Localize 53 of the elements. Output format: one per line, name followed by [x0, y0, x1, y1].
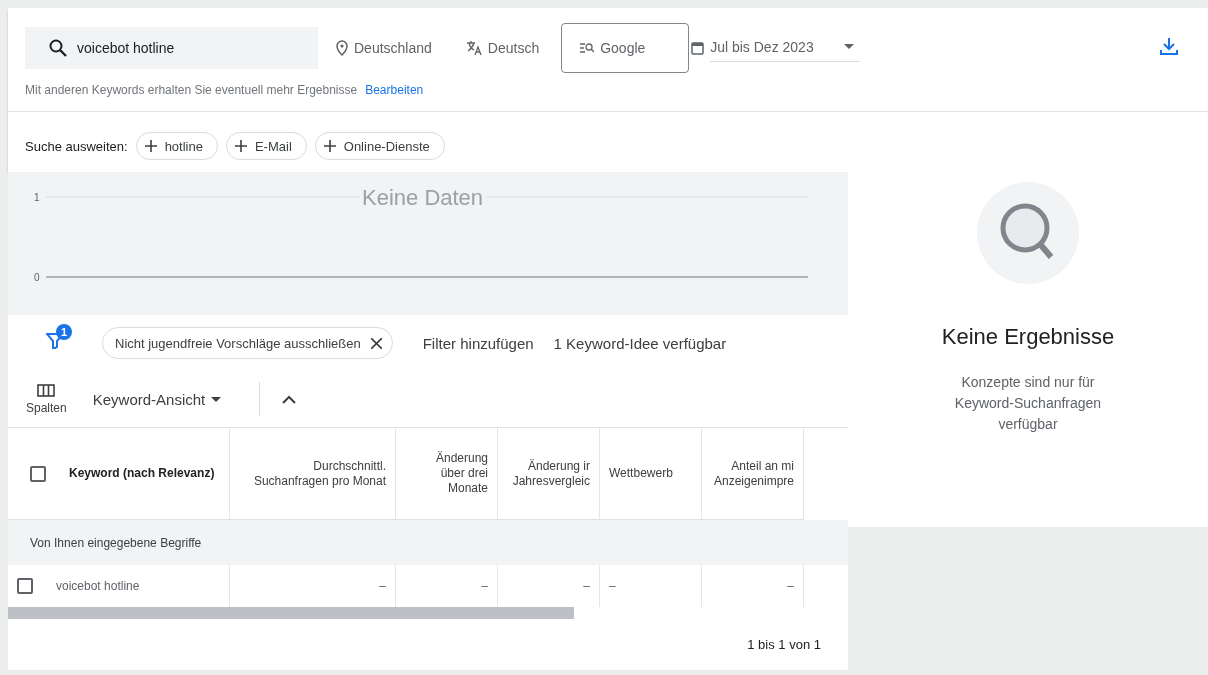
plus-icon: [234, 140, 247, 152]
search-field[interactable]: voicebot hotline: [25, 27, 318, 69]
plus-icon: [323, 140, 336, 152]
keyword-count: 1 Keyword-Idee verfügbar: [553, 334, 727, 352]
magnifier-icon: [977, 182, 1079, 284]
translate-icon: [465, 40, 482, 56]
add-filter-link[interactable]: Filter hinzufügen: [422, 334, 534, 352]
plus-icon: [144, 140, 157, 152]
column-header: Durchschnittl. Suchanfragen pro Monat: [253, 458, 386, 489]
pagination-text: 1 bis 1 von 1: [747, 637, 821, 652]
keyword-suggestion-chip[interactable]: E-Mail: [225, 132, 307, 160]
view-dropdown[interactable]: Keyword-Ansicht: [92, 390, 222, 408]
column-header: Wettbewerb: [609, 466, 673, 481]
dropdown-arrow-icon: [211, 396, 222, 402]
columns-button[interactable]: Spalten: [26, 383, 67, 415]
column-header: Änderung über drei Monate: [435, 451, 488, 496]
axis-label: 1: [34, 192, 40, 203]
filter-count-badge: 1: [56, 324, 72, 340]
download-icon[interactable]: [1160, 37, 1178, 55]
select-all-checkbox[interactable]: [30, 465, 46, 482]
table-cell: –: [481, 579, 488, 593]
table-cell: –: [609, 579, 616, 593]
column-header: Keyword (nach Relevanz): [69, 466, 215, 481]
column-header: Änderung ir Jahresvergleic: [512, 458, 590, 489]
axis-label: 0: [34, 272, 40, 283]
panel-title: Keine Ergebnisse: [941, 324, 1115, 350]
dropdown-arrow-icon: [844, 44, 855, 49]
keyword-suggestion-chip[interactable]: Online-Dienste: [314, 132, 445, 160]
filter-chip[interactable]: Nicht jugendfreie Vorschläge ausschließen: [102, 327, 393, 359]
panel-message: Konzepte sind nur für Keyword-Suchanfragen verfügbar: [953, 373, 1103, 434]
hint-text: Mit anderen Keywords erhalten Sie eventuell mehr Ergebnisse: [25, 83, 358, 99]
collapse-chevron-icon[interactable]: [282, 394, 297, 404]
keyword-suggestion-chip[interactable]: hotline: [135, 132, 218, 160]
table-cell: voicebot hotline: [56, 579, 140, 593]
search-list-icon: [580, 42, 595, 54]
group-header: Von Ihnen eingegebene Begriffe: [8, 520, 848, 565]
table-cell: –: [787, 579, 794, 593]
date-range-dropdown[interactable]: Jul bis Dez 2023: [710, 34, 861, 62]
edit-link[interactable]: Bearbeiten: [365, 83, 424, 103]
expand-label: Suche ausweiten:: [25, 138, 128, 154]
location-selector[interactable]: Deutschland: [336, 40, 432, 56]
table-cell: –: [583, 579, 590, 593]
table-cell: –: [379, 579, 386, 593]
search-icon: [49, 39, 67, 57]
location-pin-icon: [336, 40, 348, 56]
close-icon[interactable]: [370, 337, 382, 349]
row-checkbox[interactable]: [17, 578, 33, 594]
columns-icon: [37, 383, 56, 397]
scrollbar-thumb[interactable]: [8, 607, 574, 619]
column-header: Anteil an mi Anzeigenimpre: [713, 458, 794, 489]
calendar-icon: [691, 41, 705, 55]
language-selector[interactable]: Deutsch: [465, 40, 540, 56]
network-selector[interactable]: Google: [561, 23, 690, 73]
